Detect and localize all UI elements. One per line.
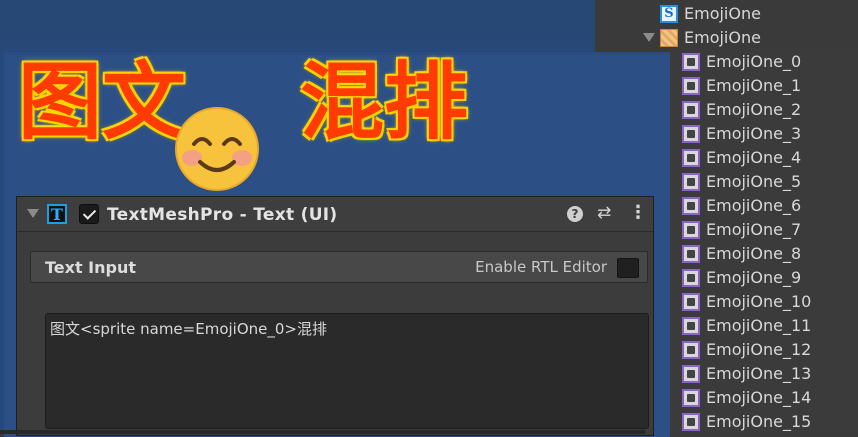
rtl-editor-checkbox[interactable]: [617, 258, 639, 278]
sprite-icon: [682, 196, 700, 215]
sprite-icon: [682, 340, 700, 359]
tree-item-label: EmojiOne_12: [706, 340, 812, 359]
tree-item-sprite[interactable]: EmojiOne_6: [682, 195, 801, 219]
script-asset-icon: S: [660, 4, 678, 23]
sprite-icon: [682, 292, 700, 311]
sprite-icon: [682, 388, 700, 407]
tree-item-sprite[interactable]: EmojiOne_2: [682, 99, 801, 123]
tree-item-sprite[interactable]: EmojiOne_11: [682, 315, 811, 339]
text-input-value: 图文<sprite name=EmojiOne_0>混排: [50, 320, 327, 338]
tree-item-label: EmojiOne_15: [706, 412, 812, 431]
tree-item-label: EmojiOne_2: [706, 100, 802, 119]
sprite-icon: [682, 220, 700, 239]
title-text-part1: 图文: [18, 53, 187, 151]
tree-item-sprite[interactable]: EmojiOne_7: [682, 219, 801, 243]
tree-item-sprite[interactable]: EmojiOne_13: [682, 363, 811, 387]
foldout-arrow-icon[interactable]: [27, 209, 39, 218]
tree-item-label: EmojiOne_3: [706, 124, 802, 143]
tree-item-sprite[interactable]: EmojiOne_0: [682, 51, 801, 75]
sprite-icon: [682, 172, 700, 191]
tree-item-sprite[interactable]: EmojiOne_9: [682, 267, 801, 291]
tree-item-sprite[interactable]: EmojiOne_12: [682, 339, 811, 363]
sprite-icon: [682, 124, 700, 143]
tree-item-sprite[interactable]: EmojiOne_15: [682, 411, 811, 435]
sprite-icon: [682, 316, 700, 335]
context-menu-icon[interactable]: ⋮: [629, 202, 647, 223]
text-input-header: Text Input Enable RTL Editor: [30, 251, 648, 283]
title-text-part2: 混排: [300, 53, 469, 151]
sprite-atlas-icon: [660, 28, 678, 47]
tree-item-label: EmojiOne_9: [706, 268, 802, 287]
tree-item-label: EmojiOne_11: [706, 316, 812, 335]
tree-item-sprite[interactable]: EmojiOne_10: [682, 291, 811, 315]
tree-item-label: EmojiOne: [684, 28, 761, 47]
sprite-icon: [682, 244, 700, 263]
scene-top-area: [0, 0, 595, 46]
expand-arrow-icon[interactable]: [643, 33, 655, 42]
tree-item-label: EmojiOne_0: [706, 52, 802, 71]
tree-item-sprite[interactable]: EmojiOne_5: [682, 171, 801, 195]
sprite-icon: [682, 268, 700, 287]
tree-item-emojione-script[interactable]: S EmojiOne: [660, 3, 761, 27]
tree-item-emojione-atlas[interactable]: EmojiOne: [660, 27, 761, 51]
tree-item-label: EmojiOne_1: [706, 76, 802, 95]
tmp-inspector-component: T TextMeshPro - Text (UI) ? ⇄ ⋮ Text Inp…: [16, 196, 654, 436]
tree-item-label: EmojiOne_14: [706, 388, 812, 407]
tree-item-label: EmojiOne_7: [706, 220, 802, 239]
tree-item-sprite[interactable]: EmojiOne_8: [682, 243, 801, 267]
tree-item-label: EmojiOne_5: [706, 172, 802, 191]
rtl-editor-label: Enable RTL Editor: [475, 258, 607, 276]
sprite-icon: [682, 148, 700, 167]
component-enabled-checkbox[interactable]: [79, 204, 99, 224]
tree-item-sprite[interactable]: EmojiOne_4: [682, 147, 801, 171]
text-input-field[interactable]: 图文<sprite name=EmojiOne_0>混排: [45, 313, 649, 429]
tree-item-label: EmojiOne_6: [706, 196, 802, 215]
tree-item-label: EmojiOne: [684, 4, 761, 23]
tree-item-sprite[interactable]: EmojiOne_14: [682, 387, 811, 411]
sprite-icon: [682, 52, 700, 71]
tree-item-sprite[interactable]: EmojiOne_3: [682, 123, 801, 147]
sprite-icon: [682, 412, 700, 431]
help-icon[interactable]: ?: [567, 206, 583, 222]
sprite-icon: [682, 364, 700, 383]
tree-item-label: EmojiOne_4: [706, 148, 802, 167]
sprite-icon: [682, 100, 700, 119]
tree-item-label: EmojiOne_8: [706, 244, 802, 263]
tree-item-label: EmojiOne_10: [706, 292, 812, 311]
tree-item-sprite[interactable]: EmojiOne_1: [682, 75, 801, 99]
text-input-label: Text Input: [45, 258, 137, 277]
component-header[interactable]: T TextMeshPro - Text (UI) ? ⇄ ⋮: [17, 197, 653, 232]
textmeshpro-icon: T: [47, 204, 67, 224]
sprite-icon: [682, 76, 700, 95]
presets-icon[interactable]: ⇄: [597, 203, 611, 223]
panel-bottom-edge: [0, 430, 645, 434]
smiling-face-emoji: [175, 107, 259, 191]
tree-item-label: EmojiOne_13: [706, 364, 812, 383]
component-title: TextMeshPro - Text (UI): [107, 205, 338, 225]
